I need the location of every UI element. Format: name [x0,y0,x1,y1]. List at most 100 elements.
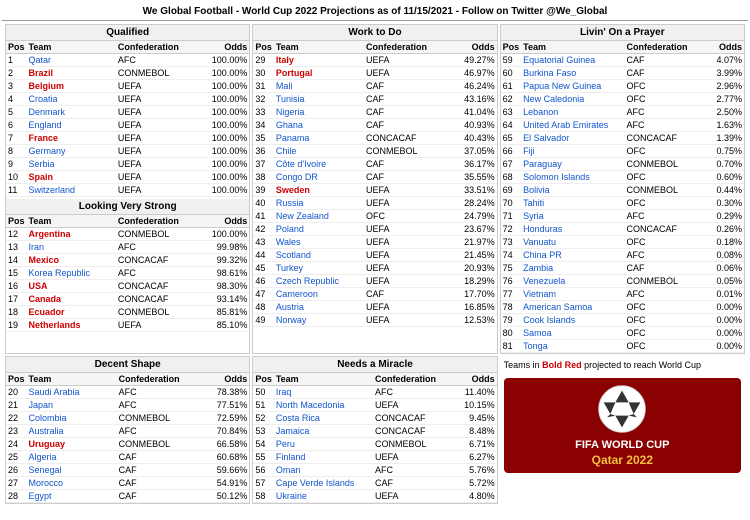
cell-conf: UEFA [364,67,448,80]
cell-pos: 77 [501,288,522,301]
cell-team: Congo DR [274,171,364,184]
cell-pos: 14 [6,254,27,267]
cell-team: Wales [274,236,364,249]
table-row: 67ParaguayCONMEBOL0.70% [501,158,744,171]
cell-odds: 0.00% [700,314,744,327]
table-row: 40RussiaUEFA28.24% [253,197,496,210]
cell-pos: 34 [253,119,274,132]
cell-pos: 7 [6,132,27,145]
cell-pos: 81 [501,340,522,353]
table-row: 68Solomon IslandsOFC0.60% [501,171,744,184]
cell-pos: 46 [253,275,274,288]
table-row: 73VanuatuOFC0.18% [501,236,744,249]
table-row: 65El SalvadorCONCACAF1.39% [501,132,744,145]
table-row: 76VenezuelaCONMEBOL0.05% [501,275,744,288]
cell-team: Panama [274,132,364,145]
cell-pos: 22 [6,412,27,425]
needs-miracle-section: Needs a Miracle Pos Team Confederation O… [252,356,497,504]
cell-conf: UEFA [373,490,451,503]
cell-conf: CONCACAF [624,223,699,236]
cell-pos: 18 [6,306,27,319]
table-row: 28EgyptCAF50.12% [6,490,249,503]
cell-conf: CAF [364,93,448,106]
note-area: Teams in Bold Red projected to reach Wor… [500,356,745,374]
cell-pos: 68 [501,171,522,184]
cell-odds: 1.63% [700,119,744,132]
cell-odds: 46.24% [448,80,497,93]
cell-conf: OFC [364,210,448,223]
cell-pos: 78 [501,301,522,314]
table-row: 61Papua New GuineaOFC2.96% [501,80,744,93]
cell-odds: 93.14% [199,293,249,306]
table-row: 23AustraliaAFC70.84% [6,425,249,438]
cell-pos: 29 [253,54,274,67]
cell-conf: UEFA [116,184,199,197]
cell-odds: 6.71% [451,438,497,451]
cell-team: Jamaica [274,425,373,438]
livin-prayer-section: Livin' On a Prayer Pos Team Confederatio… [500,24,745,354]
table-row: 71SyriaAFC0.29% [501,210,744,223]
cell-conf: CAF [624,262,699,275]
cell-odds: 0.00% [700,340,744,353]
cell-pos: 48 [253,301,274,314]
cell-pos: 74 [501,249,522,262]
cell-pos: 38 [253,171,274,184]
cell-odds: 0.60% [700,171,744,184]
cell-team: United Arab Emirates [521,119,624,132]
cell-odds: 100.00% [199,158,249,171]
cell-conf: CONMEBOL [373,438,451,451]
cell-odds: 28.24% [448,197,497,210]
cell-odds: 50.12% [200,490,249,503]
cell-pos: 70 [501,197,522,210]
table-row: 53JamaicaCONCACAF8.48% [253,425,496,438]
cell-team: Iraq [274,386,373,399]
cell-odds: 40.93% [448,119,497,132]
cell-conf: UEFA [364,275,448,288]
cell-odds: 72.59% [200,412,249,425]
cell-pos: 9 [6,158,27,171]
cell-team: Fiji [521,145,624,158]
table-row: 41New ZealandOFC24.79% [253,210,496,223]
cell-team: Sweden [274,184,364,197]
cell-pos: 16 [6,280,27,293]
cell-team: Solomon Islands [521,171,624,184]
cell-odds: 78.38% [200,386,249,399]
cell-conf: CONCACAF [373,425,451,438]
table-row: 12ArgentinaCONMEBOL100.00% [6,228,249,241]
cell-odds: 49.27% [448,54,497,67]
cell-conf: CONCACAF [116,280,199,293]
cell-odds: 9.45% [451,412,497,425]
cell-conf: OFC [624,236,699,249]
cell-pos: 5 [6,106,27,119]
table-row: 45TurkeyUEFA20.93% [253,262,496,275]
cell-odds: 2.96% [700,80,744,93]
logo-line2: Qatar 2022 [592,453,653,467]
cell-odds: 100.00% [199,171,249,184]
cell-conf: UEFA [116,93,199,106]
table-row: 37Côte d'IvoireCAF36.17% [253,158,496,171]
cell-team: Cape Verde Islands [274,477,373,490]
table-row: 16USACONCACAF98.30% [6,280,249,293]
decent-shape-table: Pos Team Confederation Odds 20Saudi Arab… [6,373,249,503]
cell-odds: 3.99% [700,67,744,80]
cell-pos: 55 [253,451,274,464]
cell-team: Spain [27,171,116,184]
table-row: 50IraqAFC11.40% [253,386,496,399]
table-row: 6EnglandUEFA100.00% [6,119,249,132]
cell-team: Brazil [27,67,116,80]
cell-team: Italy [274,54,364,67]
cell-odds: 66.58% [200,438,249,451]
table-row: 21JapanAFC77.51% [6,399,249,412]
cell-odds: 60.68% [200,451,249,464]
cell-conf: AFC [117,399,201,412]
cell-conf: CONMEBOL [624,158,699,171]
cell-pos: 40 [253,197,274,210]
cell-team: New Zealand [274,210,364,223]
table-row: 29ItalyUEFA49.27% [253,54,496,67]
cell-team: Lebanon [521,106,624,119]
cell-conf: UEFA [364,223,448,236]
cell-odds: 0.29% [700,210,744,223]
cell-team: Bolivia [521,184,624,197]
cell-team: Ghana [274,119,364,132]
cell-pos: 19 [6,319,27,332]
